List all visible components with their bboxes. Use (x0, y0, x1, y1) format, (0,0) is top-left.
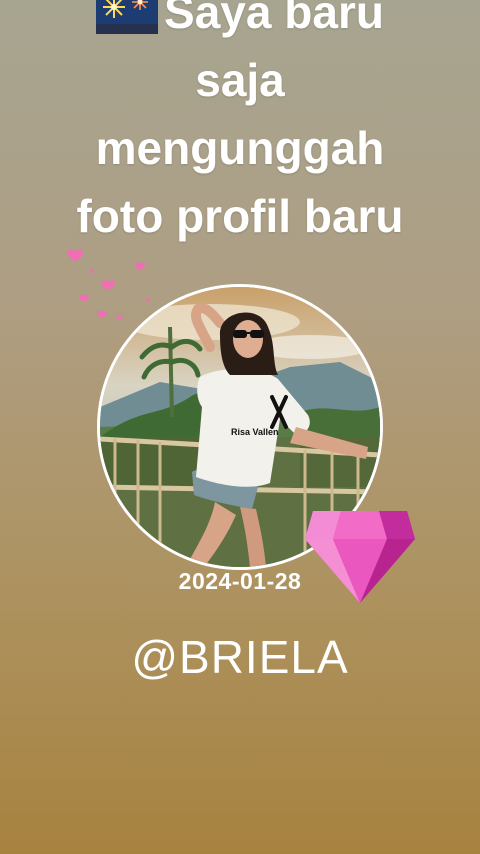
username[interactable]: @BRIELA (0, 630, 480, 684)
headline: Saya baru saja mengunggah foto profil ba… (0, 0, 480, 250)
headline-line-1: Saya baru (0, 0, 480, 46)
shirt-print-text: Risa Vallen (231, 427, 279, 437)
headline-line-3: mengunggah (95, 122, 385, 174)
headline-line-4: foto profil baru (76, 190, 404, 242)
headline-text-1: Saya baru (164, 0, 384, 38)
headline-line-2: saja (195, 54, 285, 106)
upload-date: 2024-01-28 (178, 568, 302, 594)
firework-icon (96, 0, 159, 34)
